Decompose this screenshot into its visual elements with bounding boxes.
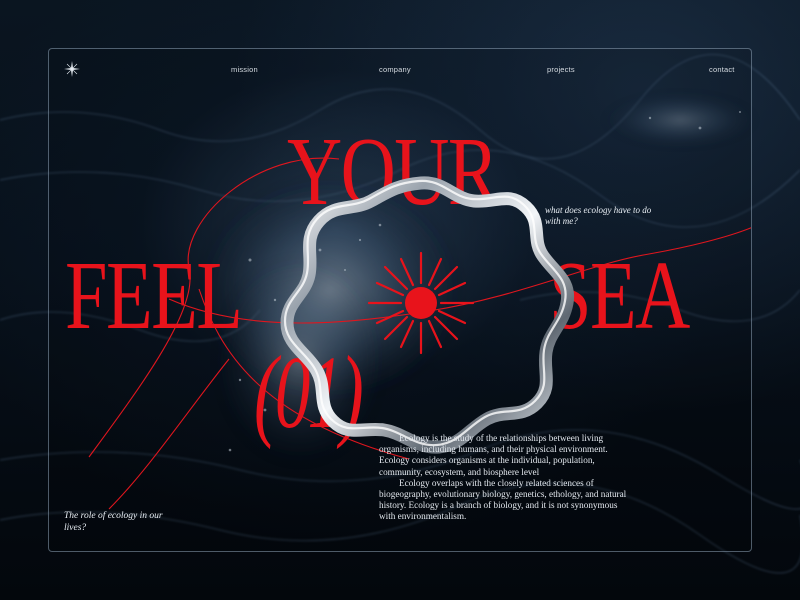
body-paragraph-1: Ecology is the study of the relationship… (379, 433, 608, 477)
nav-company[interactable]: company (379, 65, 411, 74)
top-nav: mission company projects contact (49, 49, 751, 89)
question-ecology-me: what does ecology have to do with me? (545, 205, 652, 226)
star-sparkle-icon[interactable] (64, 61, 80, 77)
question-role-ecology: The role of ecology in our lives? (64, 511, 163, 533)
nav-contact[interactable]: contact (709, 65, 735, 74)
headline-word-sea: SEA (549, 242, 690, 350)
headline-word-feel: FEEL (65, 242, 243, 350)
body-paragraph-2: Ecology overlaps with the closely relate… (379, 477, 627, 522)
page: mission company projects contact YOUR FE… (0, 0, 800, 600)
body-text-block: Ecology is the study of the relationship… (379, 433, 629, 523)
headline-number: (01) (254, 335, 364, 450)
nav-mission[interactable]: mission (231, 65, 258, 74)
red-sunburst-icon (367, 251, 475, 355)
headline-word-your: YOUR (287, 118, 499, 226)
nav-projects[interactable]: projects (547, 65, 575, 74)
content-frame: mission company projects contact YOUR FE… (48, 48, 752, 552)
